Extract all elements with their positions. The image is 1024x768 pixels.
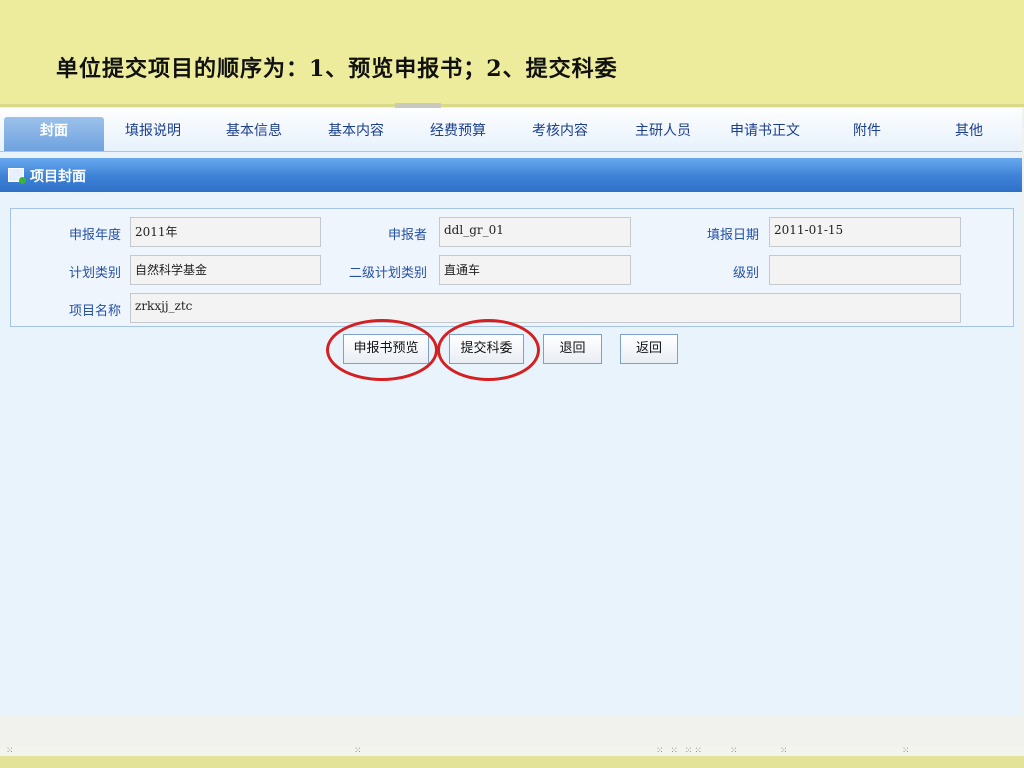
- tab-assessment[interactable]: 考核内容: [510, 117, 610, 151]
- section-title: 项目封面: [30, 169, 86, 185]
- project-name-field[interactable]: zrkxjj_ztc: [130, 293, 961, 323]
- project-cover-form: 申报年度 2011年 申报者 ddl_gr_01 填报日期 2011-01-15…: [10, 208, 1014, 327]
- section-header: 项目封面: [0, 158, 1022, 192]
- date-label: 填报日期: [706, 228, 759, 243]
- footer-marker: ⁙: [354, 746, 364, 756]
- sub-plan-type-label: 二级计划类别: [348, 266, 427, 281]
- date-field[interactable]: 2011-01-15: [769, 217, 961, 247]
- tab-budget[interactable]: 经费预算: [408, 117, 508, 151]
- footer-marker: ⁙ ⁙ ⁙⁙: [656, 746, 704, 756]
- year-label: 申报年度: [68, 228, 121, 243]
- form-icon: [8, 168, 26, 184]
- return-back-button[interactable]: 退回: [543, 334, 602, 364]
- tab-basic-info[interactable]: 基本信息: [204, 117, 304, 151]
- highlight-circle-submit: [437, 319, 540, 381]
- sub-plan-type-field[interactable]: 直通车: [439, 255, 631, 285]
- plan-type-field[interactable]: 自然科学基金: [130, 255, 321, 285]
- year-field[interactable]: 2011年: [130, 217, 321, 247]
- applicant-field[interactable]: ddl_gr_01: [439, 217, 631, 247]
- tab-instructions[interactable]: 填报说明: [103, 117, 203, 151]
- slide-header: 单位提交项目的顺序为：1、预览申报书；2、提交科委: [0, 0, 1024, 107]
- project-name-label: 项目名称: [68, 304, 121, 319]
- app-window: 封面 填报说明 基本信息 基本内容 经费预算 考核内容 主研人员 申请书正文 附…: [0, 108, 1022, 716]
- slide-footer: ⁙ ⁙ ⁙ ⁙ ⁙⁙ ⁙ ⁙ ⁙: [0, 746, 1024, 768]
- tab-other[interactable]: 其他: [919, 117, 1019, 151]
- slide-title: 单位提交项目的顺序为：1、预览申报书；2、提交科委: [56, 56, 618, 82]
- applicant-label: 申报者: [387, 228, 427, 243]
- plan-type-label: 计划类别: [68, 266, 121, 281]
- tab-basic-content[interactable]: 基本内容: [306, 117, 406, 151]
- tab-proposal-text[interactable]: 申请书正文: [715, 117, 815, 151]
- footer-strip: [0, 756, 1024, 768]
- go-back-button[interactable]: 返回: [620, 334, 678, 364]
- footer-marker: ⁙: [6, 746, 16, 756]
- tab-bar: 封面 填报说明 基本信息 基本内容 经费预算 考核内容 主研人员 申请书正文 附…: [0, 108, 1022, 152]
- tab-researchers[interactable]: 主研人员: [613, 117, 713, 151]
- highlight-circle-preview: [326, 319, 438, 381]
- level-field[interactable]: [769, 255, 961, 285]
- tab-attachments[interactable]: 附件: [817, 117, 917, 151]
- tab-cover[interactable]: 封面: [4, 117, 104, 151]
- footer-marker: ⁙: [902, 746, 912, 756]
- level-label: 级别: [732, 266, 759, 281]
- footer-marker: ⁙: [730, 746, 740, 756]
- footer-marker: ⁙: [780, 746, 790, 756]
